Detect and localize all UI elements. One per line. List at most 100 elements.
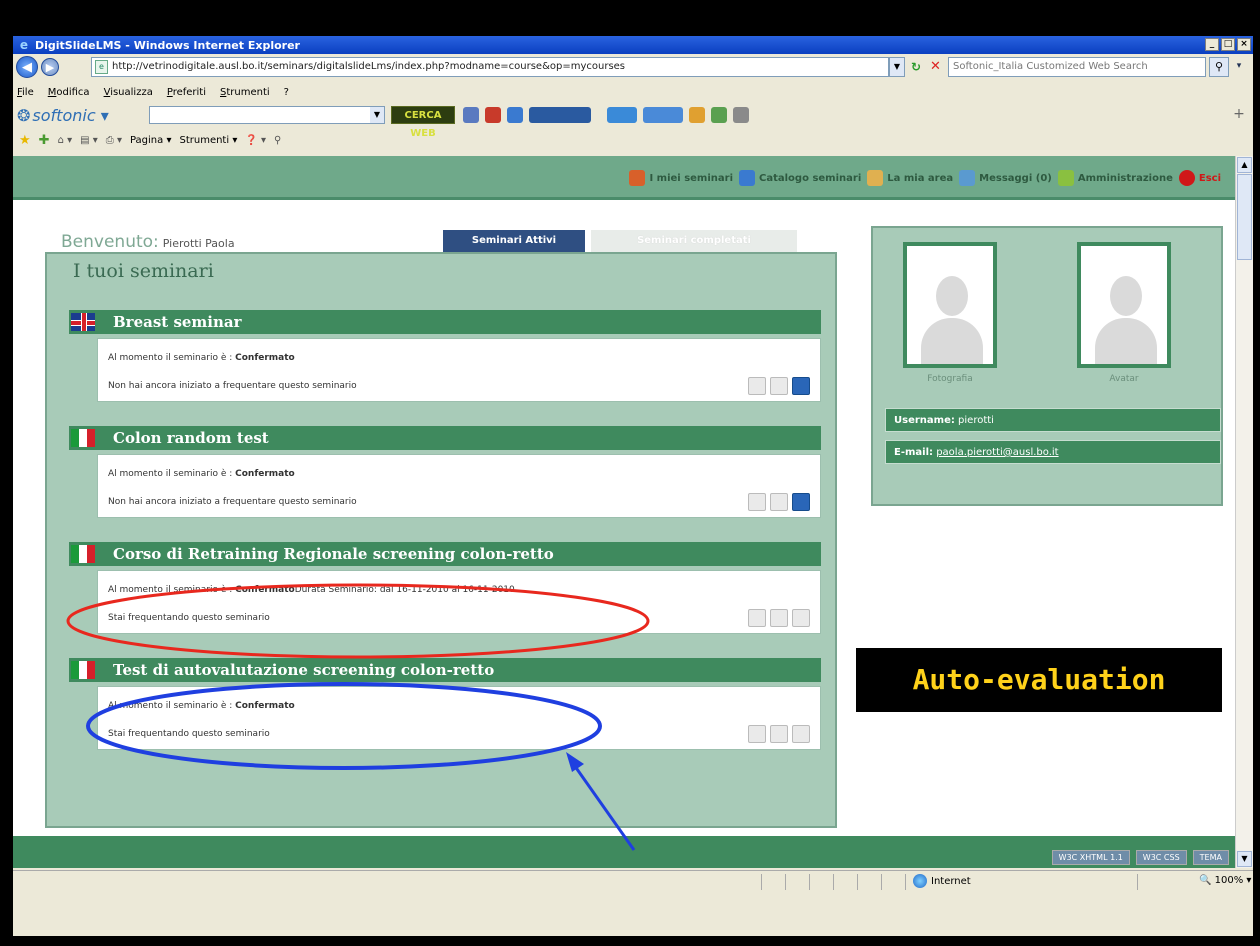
back-button[interactable]: ◀ [16, 56, 38, 78]
minimize-button[interactable]: _ [1205, 38, 1219, 51]
seminar-status: Confermato [235, 469, 295, 479]
seminar-actions [748, 609, 810, 627]
photo-placeholder[interactable] [903, 242, 997, 368]
seminar-details: Al momento il seminario è : Confermato N… [97, 338, 821, 402]
nav-my-area[interactable]: La mia area [867, 170, 953, 186]
menu-visualizza[interactable]: Visualizza [104, 87, 153, 98]
rss-icon[interactable] [607, 107, 637, 123]
nav-logout[interactable]: Esci [1178, 170, 1221, 186]
close-button[interactable]: × [1237, 38, 1251, 51]
zoom-icon: 🔍 [1199, 875, 1212, 886]
search-icon[interactable]: ⚲ [1209, 57, 1229, 77]
nav-admin[interactable]: Amministrazione [1057, 170, 1173, 186]
toolbar-icon-3[interactable] [507, 107, 523, 123]
home-icon [629, 170, 646, 186]
welcome-text: Benvenuto: Pierotti Paola [61, 232, 235, 252]
refresh-icon[interactable]: ↻ [911, 60, 921, 74]
enter-seminar-icon[interactable] [792, 493, 810, 511]
window-controls: _ □ × [1205, 38, 1251, 51]
tools-menu[interactable]: Strumenti ▾ [179, 135, 237, 146]
panel-title: I tuoi seminari [73, 260, 214, 282]
email-link[interactable]: paola.pierotti@ausl.bo.it [936, 447, 1058, 458]
page-icon: e [95, 60, 108, 74]
help-icon[interactable]: ❓ ▾ [245, 135, 266, 146]
print-icon[interactable]: ⎙ ▾ [106, 135, 122, 146]
nav-catalog[interactable]: Catalogo seminari [739, 170, 861, 186]
address-row: ◀ ▶ e http://vetrinodigitale.ausl.bo.it/… [13, 54, 1253, 80]
toolbar-icon-2[interactable] [485, 107, 501, 123]
email-row: E-mail: paola.pierotti@ausl.bo.it [885, 440, 1221, 464]
certificate-icon[interactable] [748, 377, 766, 395]
title-bar: e DigitSlideLMS - Windows Internet Explo… [13, 36, 1253, 54]
seminars-panel: I tuoi seminari Breast seminar Al moment… [45, 252, 837, 828]
chevron-down-icon[interactable]: ▼ [370, 107, 384, 123]
home-icon[interactable]: ⌂ ▾ [58, 135, 73, 146]
toolbar-icon-4[interactable] [529, 107, 591, 123]
toolbar-icon-9[interactable] [733, 107, 749, 123]
vertical-scrollbar[interactable]: ▲ ▼ [1235, 156, 1253, 868]
seminar-title[interactable]: Colon random test [69, 426, 821, 450]
enter-seminar-icon[interactable] [792, 609, 810, 627]
seminar-title[interactable]: Test di autovalutazione screening colon-… [69, 658, 821, 682]
nav-my-seminars[interactable]: I miei seminari [629, 170, 733, 186]
comment-icon[interactable] [770, 609, 788, 627]
theme-badge[interactable]: TEMA [1192, 850, 1229, 865]
person-silhouette-icon [936, 276, 968, 316]
lms-top-nav: I miei seminari Catalogo seminari La mia… [13, 156, 1235, 200]
enter-seminar-icon[interactable] [792, 725, 810, 743]
menu-file[interactable]: File [17, 87, 34, 98]
seminar-attendance: Non hai ancora iniziato a frequentare qu… [108, 497, 357, 507]
address-dropdown-icon[interactable]: ▼ [889, 57, 905, 77]
search-options-icon[interactable]: ▾ [1231, 57, 1247, 77]
scroll-up-icon[interactable]: ▲ [1237, 157, 1252, 173]
toolbar-icon-8[interactable] [711, 107, 727, 123]
comment-icon[interactable] [770, 493, 788, 511]
certificate-icon[interactable] [748, 493, 766, 511]
scroll-thumb[interactable] [1237, 174, 1252, 260]
zoom-level[interactable]: 🔍 100% ▾ [1199, 875, 1251, 886]
softonic-logo[interactable]: ❂ softonic ▾ [17, 106, 109, 125]
stop-icon[interactable]: ✕ [930, 59, 941, 74]
feeds-icon[interactable]: ▤ ▾ [80, 135, 98, 146]
toolbar-icon-1[interactable] [463, 107, 479, 123]
italy-flag-icon [71, 661, 95, 679]
comment-icon[interactable] [770, 377, 788, 395]
menu-preferiti[interactable]: Preferiti [167, 87, 206, 98]
forward-button[interactable]: ▶ [41, 58, 59, 76]
username-row: Username: pierotti [885, 408, 1221, 432]
softonic-search-input[interactable]: ▼ [149, 106, 385, 124]
scroll-down-icon[interactable]: ▼ [1237, 851, 1252, 867]
photo-label: Fotografia [927, 374, 973, 384]
menu-modifica[interactable]: Modifica [48, 87, 90, 98]
menu-help[interactable]: ? [284, 87, 289, 98]
maximize-button[interactable]: □ [1221, 38, 1235, 51]
search-input[interactable]: Softonic_Italia Customized Web Search [948, 57, 1206, 77]
add-favorite-icon[interactable]: ✚ [39, 133, 50, 148]
nav-messages[interactable]: Messaggi (0) [959, 170, 1052, 186]
tab-completed-seminars[interactable]: Seminari completati [591, 230, 797, 252]
seminar-attendance: Non hai ancora iniziato a frequentare qu… [108, 381, 357, 391]
certificate-icon[interactable] [748, 725, 766, 743]
address-bar[interactable]: e http://vetrinodigitale.ausl.bo.it/semi… [91, 57, 889, 77]
enter-seminar-icon[interactable] [792, 377, 810, 395]
seminar-status: Confermato [235, 585, 295, 595]
softonic-icon: ❂ [17, 105, 31, 125]
research-icon[interactable]: ⚲ [274, 135, 281, 146]
cerca-web-button[interactable]: CERCA WEB [391, 106, 455, 139]
seminar-title[interactable]: Corso di Retraining Regionale screening … [69, 542, 821, 566]
certificate-icon[interactable] [748, 609, 766, 627]
avatar-placeholder[interactable] [1077, 242, 1171, 368]
page-menu[interactable]: Pagina ▾ [130, 135, 172, 146]
favorites-star-icon[interactable]: ★ [19, 133, 31, 148]
toolbar-icon-6[interactable] [643, 107, 683, 123]
avatar-label: Avatar [1109, 374, 1139, 384]
seminar-title[interactable]: Breast seminar [69, 310, 821, 334]
css-badge[interactable]: W3C CSS [1135, 850, 1187, 865]
tab-active-seminars[interactable]: Seminari Attivi [443, 230, 585, 252]
toolbar-icon-7[interactable] [689, 107, 705, 123]
add-toolbar-icon[interactable]: + [1231, 107, 1247, 123]
comment-icon[interactable] [770, 725, 788, 743]
xhtml-badge[interactable]: W3C XHTML 1.1 [1051, 850, 1130, 865]
seminar-details: Al momento il seminario è : Confermato S… [97, 686, 821, 750]
menu-strumenti[interactable]: Strumenti [220, 87, 270, 98]
